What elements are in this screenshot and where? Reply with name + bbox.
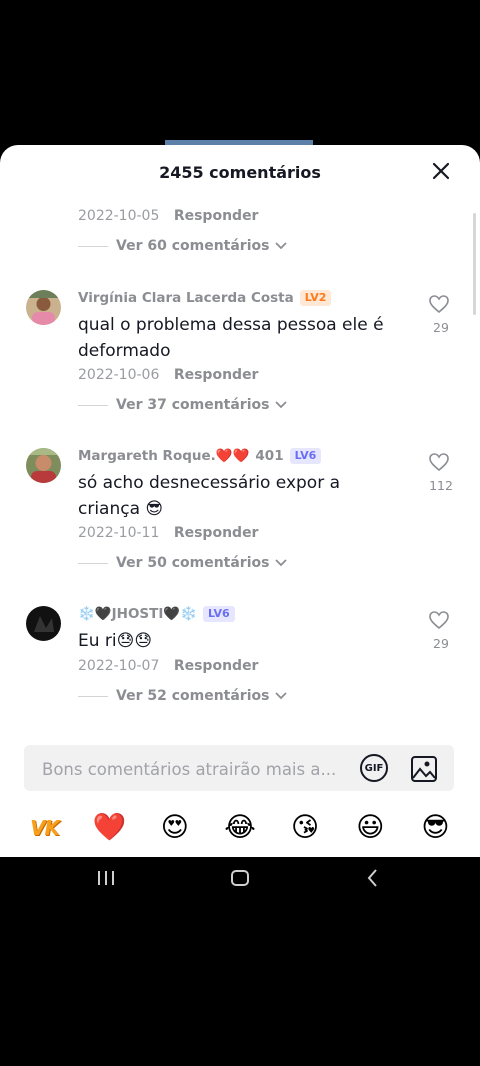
like-count: 29 (433, 636, 449, 651)
comment-meta: 2022-10-11 Responder (78, 525, 258, 541)
recent-apps-icon[interactable] (96, 867, 116, 889)
comment-date: 2022-10-06 (78, 367, 160, 383)
like-count: 29 (433, 320, 449, 335)
chevron-down-icon (275, 242, 288, 250)
username-label: Virgínia Clara Lacerda Costa (78, 290, 294, 306)
close-icon[interactable] (432, 162, 450, 180)
back-icon[interactable] (364, 867, 382, 889)
view-replies-button[interactable]: Ver 60 comentários (78, 236, 288, 256)
comment-meta: 2022-10-06 Responder (78, 367, 258, 383)
emoji-heart-eyes[interactable]: 😍 (156, 812, 194, 844)
username-label: Margareth Roque.❤️❤️ (78, 448, 250, 464)
comment-text: qual o problema dessa pessoa ele é defor… (78, 315, 384, 361)
avatar[interactable] (26, 448, 61, 483)
scrollbar[interactable] (473, 213, 476, 315)
comment-text: Eu ri😓😓 (78, 631, 153, 651)
view-replies-label: Ver 37 comentários (116, 397, 270, 413)
comment-text: só acho desnecessário expor a criança 😎 (78, 473, 341, 519)
divider (78, 404, 108, 406)
reply-button[interactable]: Responder (174, 367, 259, 383)
home-icon[interactable] (229, 867, 251, 889)
comment-input-bar: GIF (24, 745, 454, 791)
sheet-header: 2455 comentários (0, 145, 480, 201)
system-nav-bar (0, 857, 480, 901)
emoji-quick-bar: VK ❤️ 😍 😂 😘 😃 😎 (0, 810, 480, 846)
emoji-tears-of-joy[interactable]: 😂 (221, 812, 259, 844)
vk-sticker-button[interactable]: VK (26, 812, 64, 844)
chevron-down-icon (275, 559, 288, 567)
divider (78, 245, 108, 247)
reply-button[interactable]: Responder (174, 525, 259, 541)
chevron-down-icon (275, 692, 288, 700)
heart-outline-icon[interactable] (428, 610, 450, 630)
reply-button[interactable]: Responder (174, 208, 259, 224)
emoji-heart[interactable]: ❤️ (91, 812, 129, 844)
username-number: 401 (255, 448, 284, 464)
comment-meta: 2022-10-05 Responder (78, 208, 258, 224)
chevron-down-icon (275, 401, 288, 409)
divider (78, 695, 108, 697)
like-count: 112 (429, 478, 453, 493)
divider (78, 562, 108, 564)
view-replies-button[interactable]: Ver 52 comentários (78, 686, 288, 706)
comment-username[interactable]: Virgínia Clara Lacerda Costa LV2 (78, 290, 332, 306)
heart-outline-icon[interactable] (428, 294, 450, 314)
comment-input[interactable] (40, 756, 354, 782)
view-replies-label: Ver 52 comentários (116, 688, 270, 704)
level-badge: LV6 (203, 606, 235, 622)
gif-button[interactable]: GIF (360, 754, 388, 782)
emoji-kiss[interactable]: 😘 (286, 812, 324, 844)
comment-date: 2022-10-05 (78, 208, 160, 224)
username-label: ❄️🖤JHOSTI🖤❄️ (78, 606, 197, 622)
level-badge: LV6 (289, 448, 322, 464)
reply-button[interactable]: Responder (174, 658, 259, 674)
comment-username[interactable]: Margareth Roque.❤️❤️ 401 LV6 (78, 448, 322, 464)
comment-date: 2022-10-11 (78, 525, 160, 541)
image-icon[interactable] (410, 755, 438, 783)
screen: 2455 comentários 2022-10-05 Responder Ve… (0, 0, 480, 1066)
heart-outline-icon[interactable] (428, 452, 450, 472)
view-replies-button[interactable]: Ver 37 comentários (78, 395, 288, 415)
comments-count-title: 2455 comentários (159, 163, 321, 182)
comments-sheet: 2455 comentários 2022-10-05 Responder Ve… (0, 145, 480, 857)
comment-meta: 2022-10-07 Responder (78, 658, 258, 674)
emoji-smile[interactable]: 😃 (351, 812, 389, 844)
view-replies-button[interactable]: Ver 50 comentários (78, 553, 288, 573)
avatar[interactable] (26, 606, 61, 641)
comment-username[interactable]: ❄️🖤JHOSTI🖤❄️ LV6 (78, 606, 235, 622)
emoji-sunglasses[interactable]: 😎 (416, 812, 454, 844)
view-replies-label: Ver 60 comentários (116, 238, 270, 254)
level-badge: LV2 (299, 290, 332, 306)
comment-date: 2022-10-07 (78, 658, 160, 674)
avatar[interactable] (26, 290, 61, 325)
view-replies-label: Ver 50 comentários (116, 555, 270, 571)
